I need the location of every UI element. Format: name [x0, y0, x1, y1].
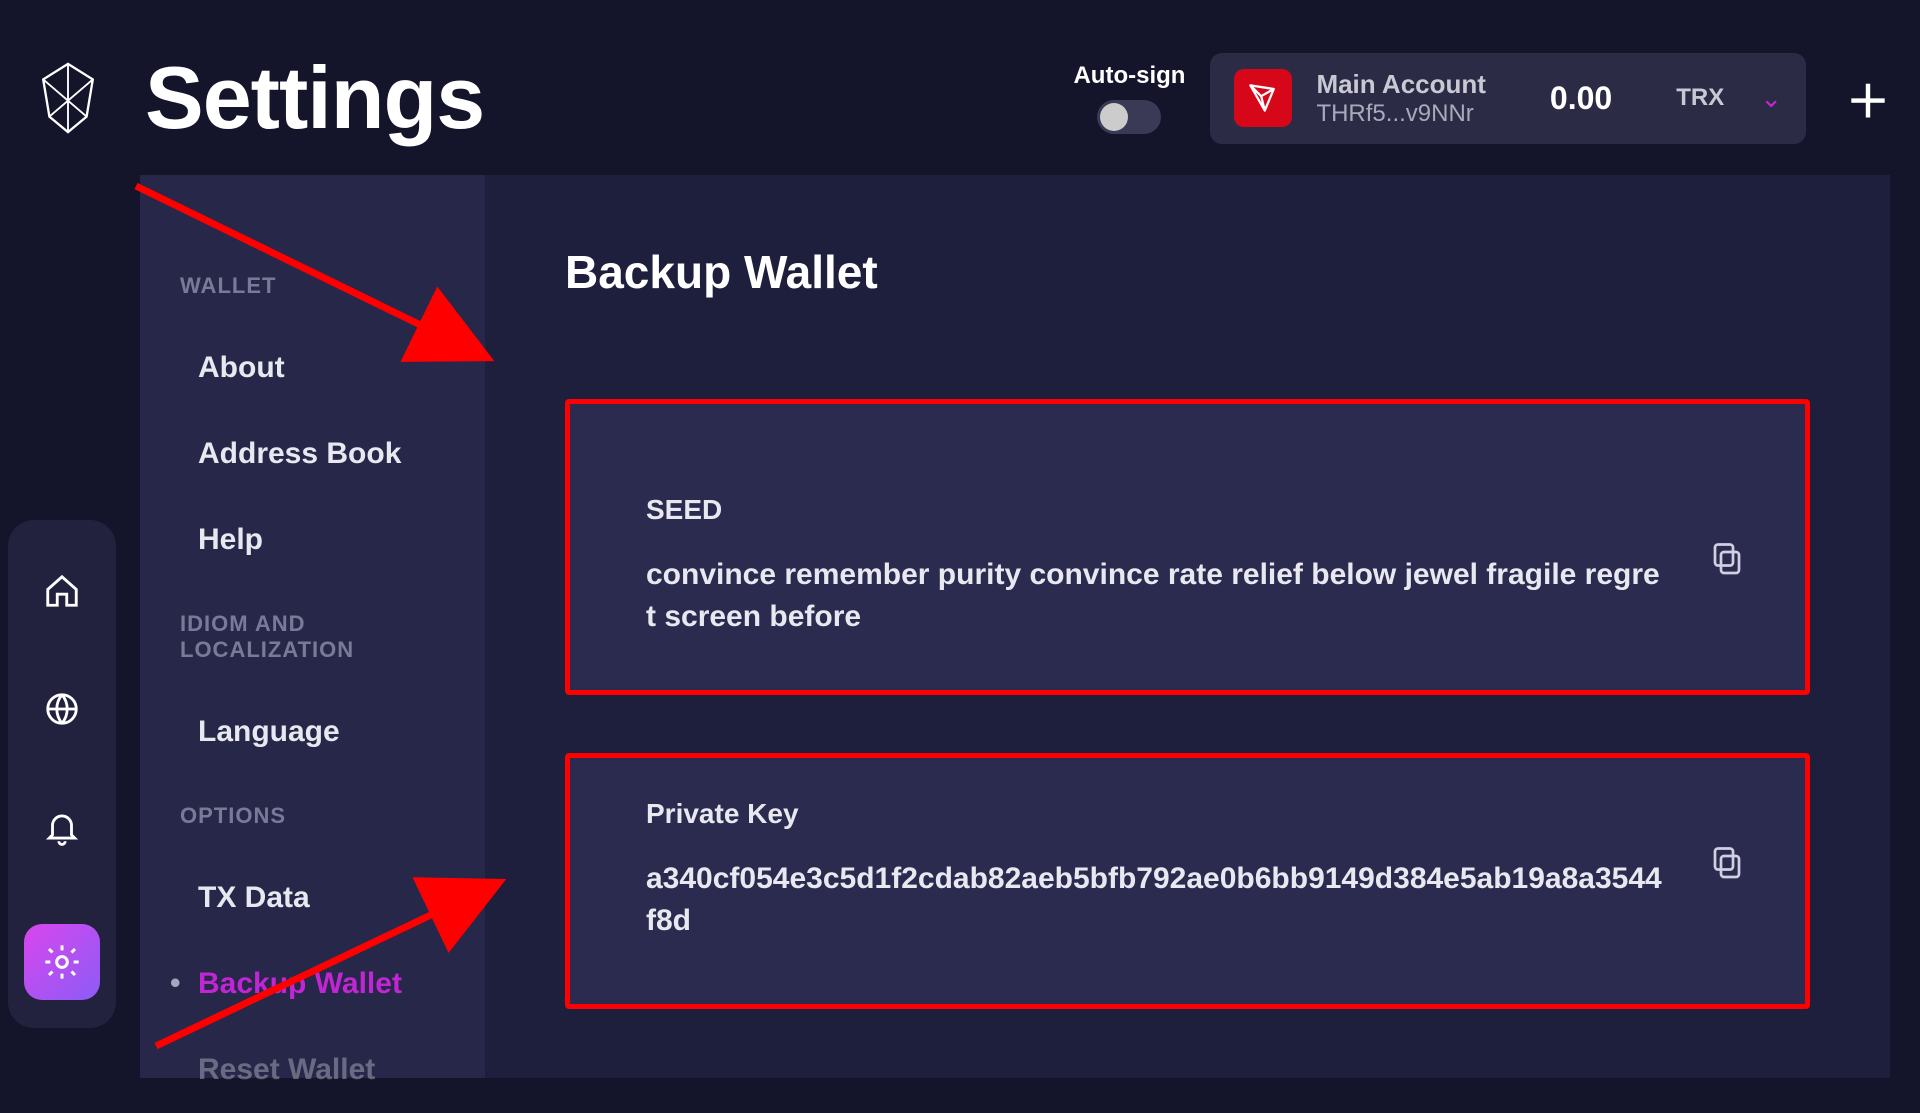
section-wallet: WALLET: [140, 273, 485, 325]
account-balance: 0.00: [1550, 80, 1612, 117]
sidebar-item-help[interactable]: Help: [140, 497, 485, 583]
autosign-label: Auto-sign: [1073, 62, 1185, 90]
gear-icon[interactable]: [24, 924, 100, 1000]
left-rail: [8, 520, 116, 1028]
settings-sidebar: WALLET About Address Book Help IDIOM AND…: [140, 175, 485, 1078]
account-name: Main Account: [1316, 69, 1485, 100]
account-text: Main Account THRf5...v9NNr: [1316, 69, 1485, 128]
sidebar-item-reset-wallet[interactable]: Reset Wallet: [140, 1027, 485, 1113]
seed-value: convince remember purity convince rate r…: [646, 554, 1669, 638]
account-symbol: TRX: [1676, 84, 1724, 112]
copy-seed-button[interactable]: [1709, 540, 1745, 576]
main-panel: WALLET About Address Book Help IDIOM AND…: [140, 175, 1890, 1078]
bell-icon[interactable]: [41, 806, 83, 848]
sidebar-item-tx-data[interactable]: TX Data: [140, 855, 485, 941]
sidebar-item-language[interactable]: Language: [140, 689, 485, 775]
add-account-button[interactable]: ＋: [1846, 66, 1890, 130]
private-key-value: a340cf054e3c5d1f2cdab82aeb5bfb792ae0b6bb…: [646, 858, 1669, 942]
private-key-label: Private Key: [646, 798, 1669, 830]
sidebar-item-about[interactable]: About: [140, 325, 485, 411]
copy-private-key-button[interactable]: [1709, 844, 1745, 880]
section-idiom: IDIOM AND LOCALIZATION: [140, 611, 485, 689]
globe-icon[interactable]: [41, 688, 83, 730]
tron-icon: [1234, 69, 1292, 127]
section-options: OPTIONS: [140, 803, 485, 855]
chevron-down-icon: ⌄: [1760, 83, 1782, 114]
autosign-toggle[interactable]: [1097, 100, 1161, 134]
page-title: Settings: [145, 47, 484, 149]
account-address: THRf5...v9NNr: [1316, 100, 1485, 128]
account-selector[interactable]: Main Account THRf5...v9NNr 0.00 TRX ⌄: [1210, 53, 1806, 144]
home-icon[interactable]: [41, 570, 83, 612]
autosign-toggle-group: Auto-sign: [1073, 62, 1185, 134]
content-title: Backup Wallet: [565, 245, 1810, 299]
app-logo: [30, 53, 105, 143]
toggle-knob: [1100, 103, 1128, 131]
content-area: Backup Wallet SEED convince remember pur…: [485, 175, 1890, 1078]
header: Settings Auto-sign Main Account THRf5...…: [30, 48, 1890, 148]
seed-card: SEED convince remember purity convince r…: [565, 399, 1810, 695]
sidebar-item-address-book[interactable]: Address Book: [140, 411, 485, 497]
sidebar-item-backup-wallet[interactable]: Backup Wallet: [140, 941, 485, 1027]
private-key-card: Private Key a340cf054e3c5d1f2cdab82aeb5b…: [565, 753, 1810, 1009]
seed-label: SEED: [646, 494, 1669, 526]
